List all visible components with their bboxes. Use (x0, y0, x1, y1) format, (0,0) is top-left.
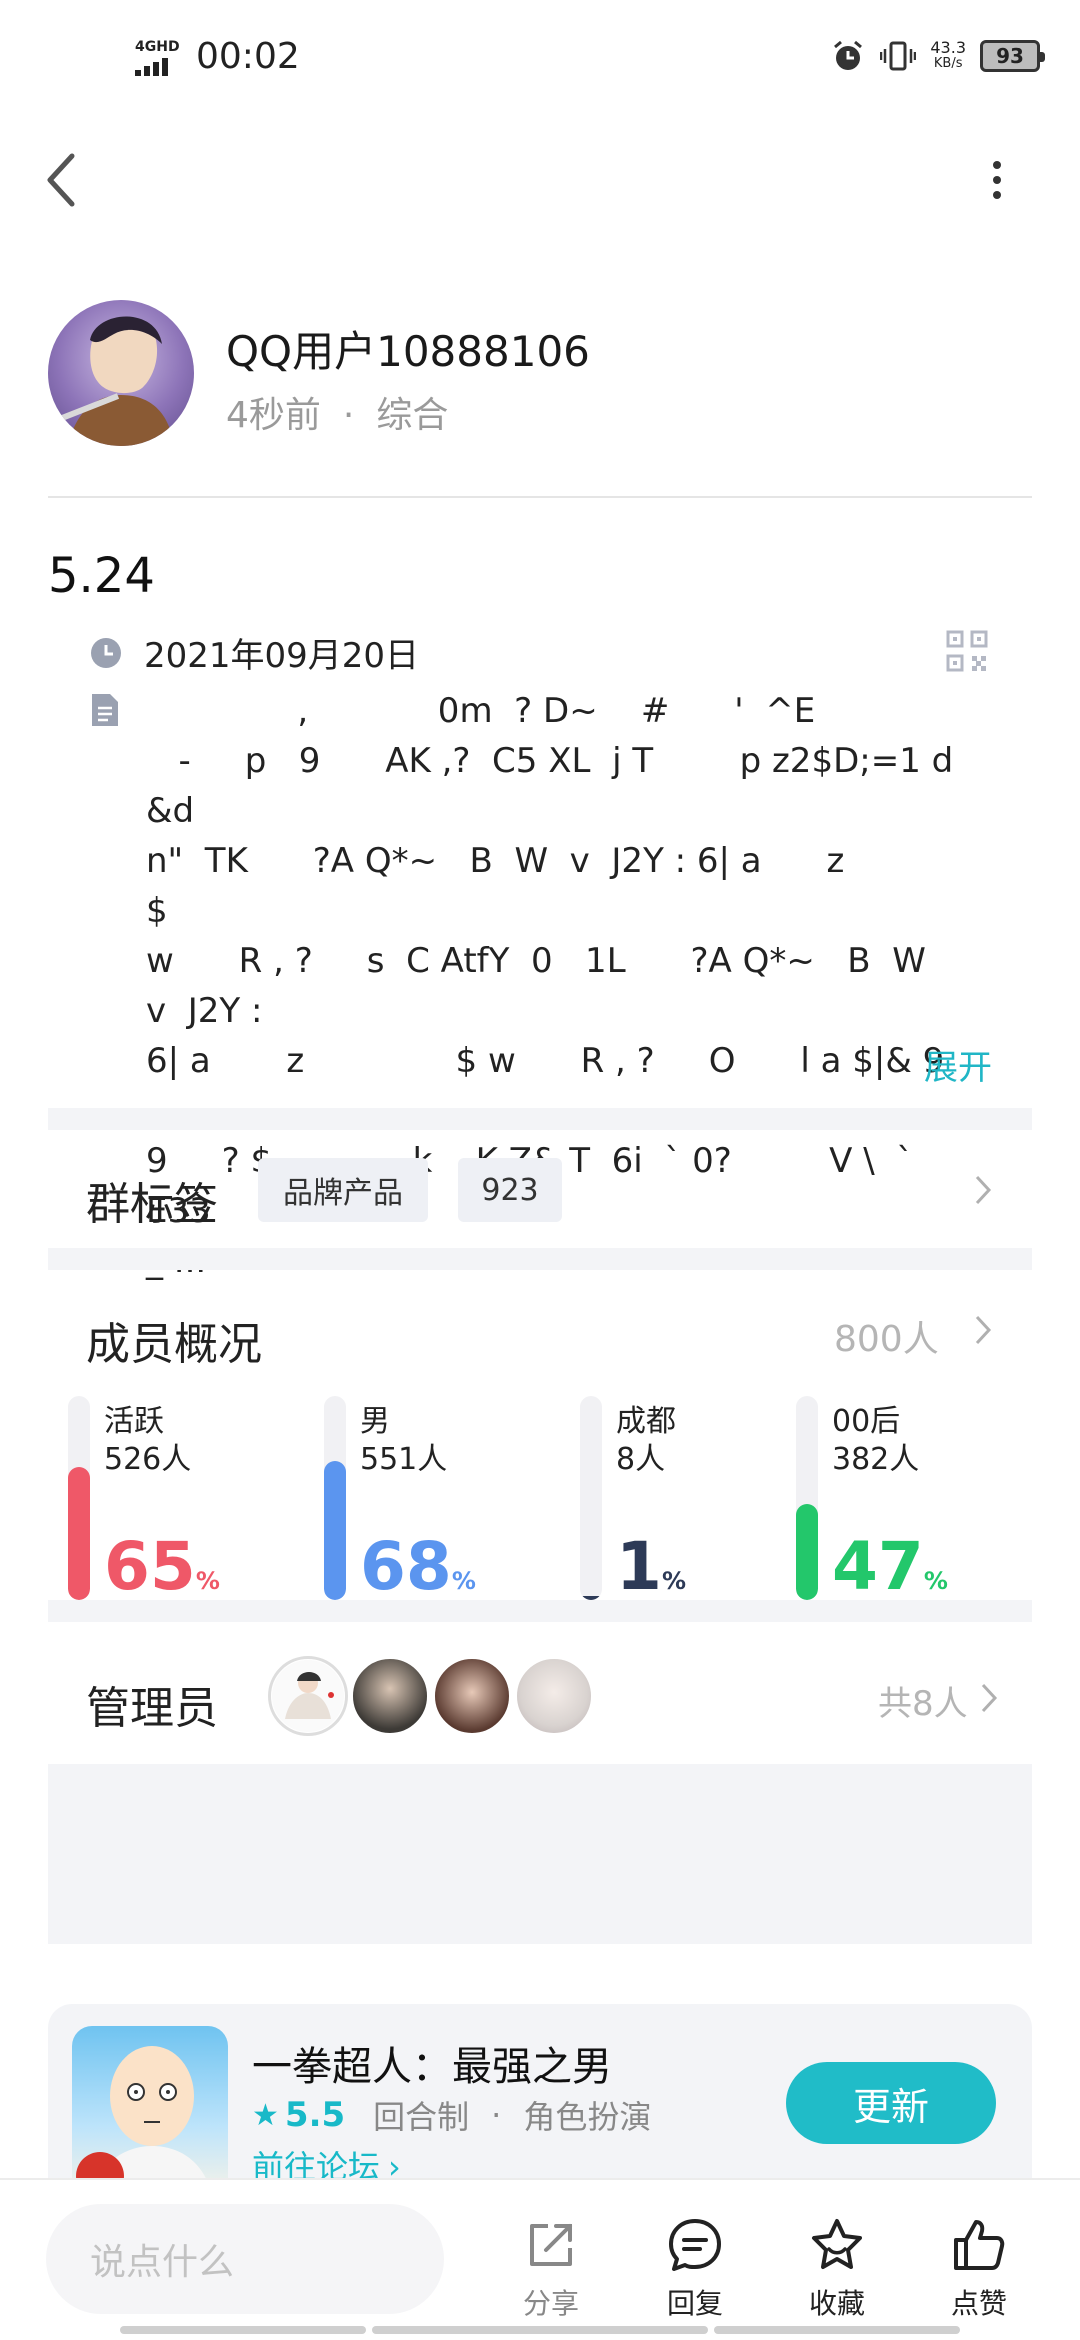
stat-bar-fill (324, 1461, 346, 1600)
empty-panel (48, 1764, 1032, 1944)
post-title: 5.24 (48, 548, 155, 604)
signal-indicator: 4GHD (135, 40, 180, 76)
admin-avatar[interactable] (432, 1656, 512, 1736)
clock-icon (91, 637, 121, 668)
home-indicator (372, 2326, 708, 2334)
home-indicator (120, 2326, 366, 2334)
chevron-right-icon[interactable] (980, 1682, 998, 1714)
signal-bars-icon (135, 56, 180, 76)
admin-avatar[interactable] (350, 1656, 430, 1736)
vibrate-icon (880, 41, 917, 71)
stat-count: 382人 (832, 1442, 920, 1477)
game-name[interactable]: 一拳超人：最强之男 (252, 2034, 612, 2092)
stat-bar-track (68, 1396, 90, 1600)
stat-bar-track (580, 1396, 602, 1600)
stat-bar-track (796, 1396, 818, 1600)
game-icon[interactable] (72, 2026, 228, 2194)
section-divider (48, 1248, 1032, 1270)
admin-avatar-image (272, 1660, 344, 1732)
comment-input[interactable]: 说点什么 (46, 2204, 444, 2314)
favorite-icon (812, 2219, 862, 2269)
document-icon (92, 694, 118, 726)
author-name[interactable]: QQ用户10888106 (226, 318, 590, 379)
status-bar: 4GHD 00:02 43.3 KB/s 93 (0, 0, 1080, 120)
members-total[interactable]: 800人 (834, 1310, 939, 1362)
favorite-button[interactable]: 收藏 (792, 2216, 882, 2322)
post-time: 4秒前 (226, 395, 321, 436)
reply-icon (669, 2219, 721, 2271)
group-tag[interactable]: 品牌产品 (258, 1158, 428, 1222)
alarm-icon (834, 40, 863, 70)
game-meta: ★ 5.5 回合制 · 角色扮演 (252, 2092, 651, 2138)
divider (48, 496, 1032, 498)
admins-total[interactable]: 共8人 (878, 1676, 968, 1725)
chevron-right-icon[interactable] (974, 1314, 992, 1346)
section-divider (48, 1600, 1032, 1622)
status-right: 43.3 KB/s 93 (830, 38, 1045, 74)
group-tags-title: 群标签 (86, 1179, 218, 1230)
section-divider (48, 1108, 1032, 1130)
game-icon-image (76, 2046, 212, 2194)
author-avatar[interactable] (48, 300, 194, 446)
star-icon: ★ (252, 2097, 279, 2133)
update-button[interactable]: 更新 (786, 2062, 996, 2144)
share-icon (530, 2224, 572, 2266)
expand-link[interactable]: 展开 (924, 1040, 992, 1089)
admin-avatar[interactable] (268, 1656, 348, 1736)
game-genre: 角色扮演 (523, 2098, 652, 2136)
network-type: 4GHD (135, 39, 180, 55)
chevron-right-icon[interactable] (974, 1174, 992, 1206)
post-meta: 4秒前 · 综合 (226, 386, 448, 438)
game-rating: 5.5 (284, 2095, 346, 2135)
post-category[interactable]: 综合 (376, 395, 448, 436)
admins-title: 管理员 (86, 1683, 218, 1734)
stat-bar-fill (796, 1504, 818, 1600)
battery-icon: 93 (980, 40, 1045, 72)
status-time: 00:02 (196, 36, 300, 77)
game-card[interactable]: 一拳超人：最强之男 ★ 5.5 回合制 · 角色扮演 前往论坛 › 更新 (48, 2004, 1032, 2194)
favorite-label: 收藏 (808, 2287, 865, 2320)
more-icon[interactable] (990, 160, 1004, 200)
like-icon (954, 2220, 1005, 2270)
network-speed: 43.3 KB/s (930, 38, 966, 72)
game-genre: 回合制 (373, 2098, 470, 2136)
post-date-row: 2021年09月20日 (90, 628, 419, 677)
admin-avatar[interactable] (514, 1656, 594, 1736)
stat-count: 551人 (360, 1442, 448, 1477)
stat-count: 8人 (616, 1442, 666, 1477)
qr-code-icon[interactable] (946, 630, 988, 672)
members-title: 成员概况 (86, 1319, 262, 1370)
share-button[interactable]: 分享 (506, 2216, 596, 2322)
bottom-bar: 说点什么 分享 回复 收藏 点赞 (0, 2178, 1080, 2340)
share-label: 分享 (522, 2287, 579, 2320)
like-label: 点赞 (950, 2287, 1007, 2320)
genre-separator: · (491, 2096, 502, 2134)
avatar-image (60, 316, 174, 446)
stat-bar-fill (68, 1467, 90, 1600)
stat-bar-track (324, 1396, 346, 1600)
stat-count: 526人 (104, 1442, 192, 1477)
back-icon[interactable] (42, 152, 82, 208)
reply-button[interactable]: 回复 (650, 2216, 740, 2322)
reply-label: 回复 (666, 2287, 723, 2320)
post-date: 2021年09月20日 (144, 636, 420, 676)
meta-separator: · (342, 395, 355, 436)
home-indicator (714, 2326, 960, 2334)
group-tag[interactable]: 923 (458, 1158, 562, 1222)
like-button[interactable]: 点赞 (934, 2216, 1024, 2322)
